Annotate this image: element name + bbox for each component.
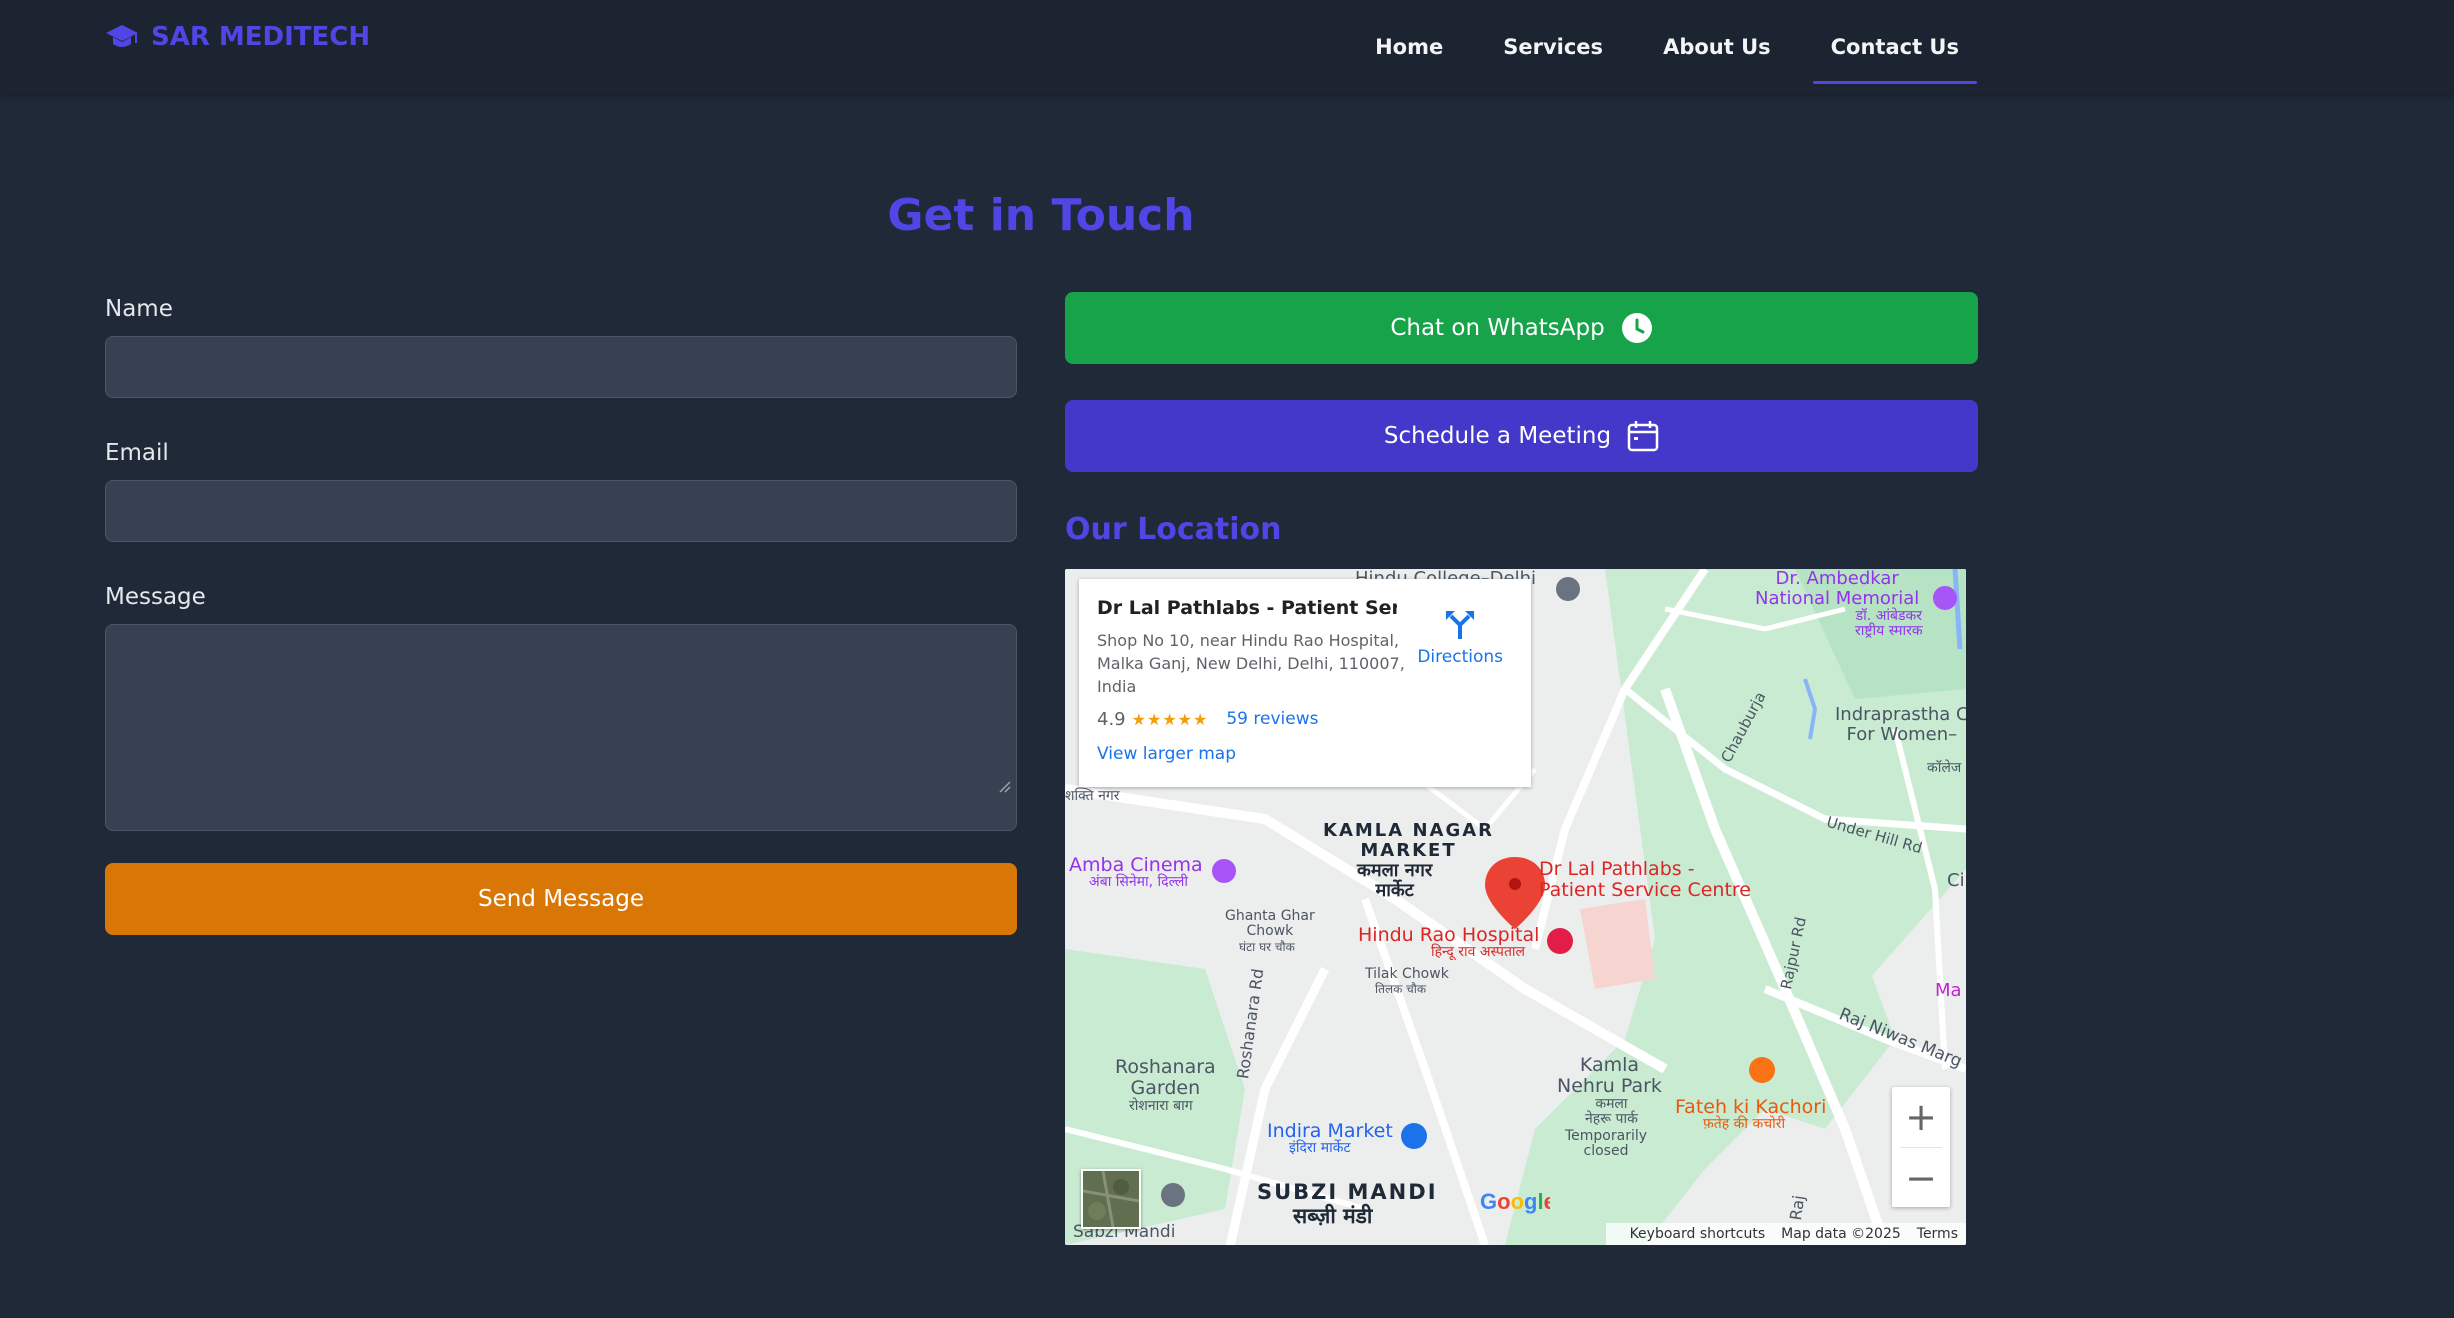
map-label-lal-path: Dr Lal Pathlabs - Patient Service Centre <box>1539 858 1751 901</box>
contact-form: Name Email Message Send Message <box>105 296 1017 935</box>
satellite-toggle[interactable] <box>1081 1169 1141 1229</box>
map-label-kamla-park-hi: कमला नेहरू पार्क <box>1585 1096 1638 1128</box>
brand-logo[interactable]: SAR MEDITECH <box>105 22 370 52</box>
map-label-indraprastha: Indraprastha C For Women– <box>1835 704 1966 745</box>
nav-services[interactable]: Services <box>1485 10 1621 84</box>
email-input[interactable] <box>105 480 1017 542</box>
message-label: Message <box>105 584 206 610</box>
map-label-ambedkar-hi: डॉ. आंबेडकर राष्ट्रीय स्मारक <box>1855 608 1923 640</box>
map-label-roshanara-hi: रोशनारा बाग <box>1129 1098 1193 1114</box>
nav-contact-us[interactable]: Contact Us <box>1812 10 1978 84</box>
whatsapp-label: Chat on WhatsApp <box>1390 315 1605 341</box>
map-label-amba-hi: अंबा सिनेमा, दिल्ली <box>1089 874 1189 890</box>
page-title: Get in Touch <box>887 190 1195 241</box>
map-data-credit: Map data ©2025 <box>1781 1226 1901 1242</box>
map-label-ma: Ma <box>1935 980 1962 1001</box>
terms-link[interactable]: Terms <box>1917 1226 1958 1242</box>
map-label-temp-closed: Temporarily closed <box>1565 1128 1648 1160</box>
zoom-out-icon[interactable]: − <box>1892 1148 1950 1208</box>
map-label-amba: Amba Cinema <box>1069 854 1203 876</box>
map-label-ambedkar: Dr. Ambedkar National Memorial <box>1755 569 1920 609</box>
place-address: Shop No 10, near Hindu Rao Hospital, Mal… <box>1097 631 1405 697</box>
clock-icon <box>1621 313 1652 343</box>
schedule-meeting-button[interactable]: Schedule a Meeting <box>1065 400 1978 472</box>
map-label-ghanta-hi: घंटा घर चौक <box>1239 940 1295 954</box>
embedded-map[interactable]: Hindu College–Delhi Dr. Ambedkar Nationa… <box>1065 569 1966 1245</box>
resize-grip-icon[interactable] <box>997 779 1011 793</box>
place-title: Dr Lal Pathlabs - Patient Servi... <box>1097 597 1397 619</box>
nav-about-us[interactable]: About Us <box>1645 10 1789 84</box>
map-label-hindu-rao: Hindu Rao Hospital <box>1358 924 1540 946</box>
zoom-controls: + − <box>1892 1087 1950 1207</box>
star-rating-icon: ★★★★★ <box>1131 709 1209 729</box>
map-label-tilak-hi: तिलक चौक <box>1375 982 1427 996</box>
brand-name: SAR MEDITECH <box>151 22 371 52</box>
map-label-kamla-market-hi: कमला नगर मार्केट <box>1357 860 1433 901</box>
nav-home[interactable]: Home <box>1357 10 1461 84</box>
map-label-roshanara: Roshanara Garden <box>1115 1056 1216 1099</box>
meeting-label: Schedule a Meeting <box>1383 423 1612 449</box>
directions-icon <box>1446 611 1475 639</box>
google-logo: Google <box>1480 1189 1556 1221</box>
location-title: Our Location <box>1065 512 1282 547</box>
graduation-cap-icon <box>106 25 138 47</box>
map-label-subzi: SUBZI MANDI <box>1257 1180 1438 1204</box>
email-label: Email <box>105 440 169 466</box>
place-info-card: Dr Lal Pathlabs - Patient Servi... Shop … <box>1079 579 1531 787</box>
view-larger-map-link[interactable]: View larger map <box>1097 744 1513 764</box>
map-label-college-hi: कॉलेज <box>1927 760 1962 776</box>
whatsapp-button[interactable]: Chat on WhatsApp <box>1065 292 1978 364</box>
map-label-hindu-rao-hi: हिन्दू राव अस्पताल <box>1431 944 1526 960</box>
navbar: SAR MEDITECH Home Services About Us Cont… <box>0 0 2454 94</box>
place-rating: 4.9 ★★★★★ 59 reviews <box>1097 709 1513 730</box>
message-textarea[interactable] <box>105 624 1017 831</box>
map-label-fateh: Fateh ki Kachori <box>1675 1096 1827 1118</box>
map-footer: Keyboard shortcuts Map data ©2025 Terms <box>1605 1223 1966 1245</box>
map-label-tilak: Tilak Chowk <box>1365 966 1449 982</box>
directions-button[interactable]: Directions <box>1417 607 1503 667</box>
map-label-kamla-park: Kamla Nehru Park <box>1557 1054 1662 1097</box>
google-wordmark-icon: Google <box>1480 1189 1556 1214</box>
map-label-kamla-market: KAMLA NAGAR MARKET <box>1323 820 1495 861</box>
map-label-ghanta: Ghantа Ghar Chowk <box>1225 908 1315 940</box>
name-input[interactable] <box>105 336 1017 398</box>
contact-actions: Chat on WhatsApp Schedule a Meeting Our … <box>1065 292 1978 1245</box>
rating-value: 4.9 <box>1097 708 1126 730</box>
map-label-subzi-hi: सब्ज़ी मंडी <box>1293 1204 1373 1228</box>
zoom-in-icon[interactable]: + <box>1892 1087 1950 1147</box>
svg-text:Google: Google <box>1480 1189 1550 1214</box>
map-label-raj: Raj <box>1786 1194 1809 1222</box>
name-label: Name <box>105 296 173 322</box>
map-label-shakti: शक्ति नगर <box>1065 788 1120 804</box>
nav-links: Home Services About Us Contact Us <box>1333 0 1978 94</box>
keyboard-shortcuts-link[interactable]: Keyboard shortcuts <box>1630 1226 1766 1242</box>
map-label-fateh-hi: फ़तेह की कचोरी <box>1703 1116 1786 1132</box>
map-label-indira-hi: इंदिरा मार्केट <box>1289 1140 1351 1156</box>
calendar-icon <box>1627 421 1659 452</box>
map-label-indira: Indira Market <box>1267 1120 1393 1142</box>
satellite-thumbnail-icon <box>1082 1170 1140 1228</box>
send-message-button[interactable]: Send Message <box>105 863 1017 935</box>
reviews-link[interactable]: 59 reviews <box>1226 709 1318 729</box>
directions-label: Directions <box>1417 647 1503 667</box>
map-label-ci: Ci <box>1947 870 1965 891</box>
